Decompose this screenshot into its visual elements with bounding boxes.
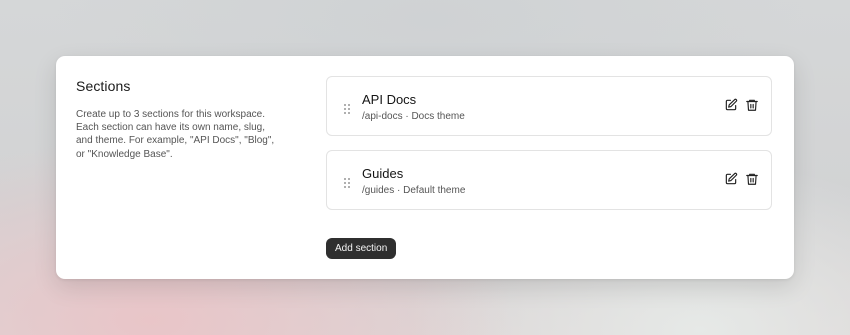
section-item-api-docs: API Docs /api-docs · Docs theme bbox=[326, 76, 772, 136]
section-actions bbox=[724, 172, 759, 186]
trash-icon[interactable] bbox=[745, 98, 759, 112]
section-slug-theme: /api-docs · Docs theme bbox=[362, 111, 465, 122]
edit-icon[interactable] bbox=[724, 98, 738, 112]
edit-icon[interactable] bbox=[724, 172, 738, 186]
section-name: API Docs bbox=[362, 92, 417, 107]
add-section-button[interactable]: Add section bbox=[326, 238, 397, 259]
section-heading: Sections bbox=[76, 78, 131, 94]
section-description: Create up to 3 sections for this workspa… bbox=[76, 109, 275, 160]
sections-info: Sections Create up to 3 sections for thi… bbox=[76, 78, 276, 161]
drag-handle-icon[interactable] bbox=[344, 175, 350, 188]
sections-settings-card: Sections Create up to 3 sections for thi… bbox=[56, 56, 794, 279]
drag-handle-icon[interactable] bbox=[344, 101, 350, 114]
section-name: Guides bbox=[362, 166, 404, 181]
trash-icon[interactable] bbox=[745, 172, 759, 186]
section-actions bbox=[724, 98, 759, 112]
section-slug-theme: /guides · Default theme bbox=[362, 185, 466, 196]
section-item-guides: Guides /guides · Default theme bbox=[326, 150, 772, 210]
